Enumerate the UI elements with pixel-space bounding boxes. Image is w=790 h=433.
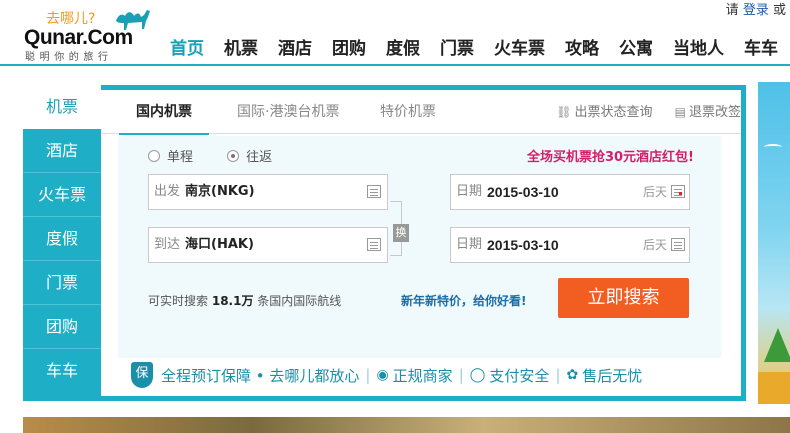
promo-text[interactable]: 全场买机票抢30元酒店红包!: [527, 146, 694, 165]
category-sidebar: 机票 酒店 火车票 度假 门票 团购 车车: [23, 85, 101, 401]
refund-change-label: 退票改签: [688, 104, 741, 120]
calendar-icon[interactable]: [671, 238, 685, 251]
separator: |: [458, 366, 464, 384]
route-prefix: 可实时搜索: [148, 294, 209, 308]
tree-graphic: [764, 328, 790, 362]
return-date-field[interactable]: 日期 2015-03-10 后天: [450, 227, 690, 263]
radio-round-trip[interactable]: 往返: [227, 146, 272, 165]
sidebar-item-group-buy[interactable]: 团购: [23, 305, 101, 349]
bird-icon: [764, 144, 782, 150]
trip-type: 单程 往返: [148, 146, 302, 166]
sidebar-item-cars[interactable]: 车车: [23, 349, 101, 393]
shield-icon: 保: [131, 362, 153, 388]
guarantee-main[interactable]: 全程预订保障 • 去哪儿都放心: [161, 365, 359, 386]
guarantee-item-merchant[interactable]: ◉ 正规商家: [376, 365, 452, 386]
guarantee-item-payment[interactable]: ◯ 支付安全: [470, 365, 550, 386]
tab-domestic[interactable]: 国内机票: [119, 90, 209, 135]
depart-date-field[interactable]: 日期 2015-03-10 后天: [450, 174, 690, 210]
nav-guides[interactable]: 攻略: [565, 36, 599, 62]
refund-change-link[interactable]: ▤ 退票改签: [675, 105, 741, 120]
nav-flights[interactable]: 机票: [224, 36, 258, 62]
login-links: 请 登录 或: [726, 0, 786, 18]
depart-city-field[interactable]: 出发 南京(NKG): [148, 174, 388, 210]
search-module: 机票 酒店 火车票 度假 门票 团购 车车 国内机票 国际·港澳台机票 特价机票…: [23, 85, 746, 401]
radio-round-trip-label: 往返: [246, 150, 273, 165]
nav-trains[interactable]: 火车票: [494, 36, 545, 62]
guarantee-bar: 保 全程预订保障 • 去哪儿都放心 | ◉ 正规商家 | ◯ 支付安全 | ✿ 售后无…: [131, 360, 642, 390]
nav-tickets[interactable]: 门票: [440, 36, 474, 62]
bottom-photo-strip: [23, 417, 790, 433]
radio-one-way[interactable]: 单程: [148, 146, 193, 165]
flight-search-panel: 国内机票 国际·港澳台机票 特价机票 ⛓ 出票状态查询 ▤ 退票改签 单程 往返…: [101, 90, 741, 396]
arrive-city-field[interactable]: 到达 海口(HAK): [148, 227, 388, 263]
sidebar-item-tickets[interactable]: 门票: [23, 261, 101, 305]
nav-home[interactable]: 首页: [170, 36, 204, 62]
date1-value: 2015-03-10: [487, 184, 559, 200]
date1-hint: 后天: [642, 185, 667, 199]
guarantee-item2-label: 支付安全: [489, 366, 550, 385]
tab-tools: ⛓ 出票状态查询 ▤ 退票改签: [538, 90, 741, 134]
depart-value: 南京(NKG): [185, 184, 255, 199]
new-price-link[interactable]: 新年新特价，给你好看!: [401, 292, 526, 309]
status-query-link[interactable]: ⛓ 出票状态查询: [556, 105, 656, 120]
route-count: 18.1万: [211, 294, 254, 308]
separator: |: [365, 366, 371, 384]
search-button[interactable]: 立即搜索: [558, 278, 689, 318]
tab-special[interactable]: 特价机票: [380, 90, 436, 134]
arrive-value: 海口(HAK): [185, 237, 254, 252]
sidebar-item-hotels[interactable]: 酒店: [23, 129, 101, 173]
logo-slogan: 去哪儿?: [46, 11, 96, 27]
certified-icon: ◉: [376, 367, 389, 383]
flight-form: 单程 往返 全场买机票抢30元酒店红包! 出发 南京(NKG) 到达 海口(HA…: [118, 136, 721, 358]
login-prefix: 请: [725, 3, 739, 18]
date2-label: 日期: [456, 237, 483, 252]
main-nav: 首页 机票 酒店 团购 度假 门票 火车票 攻略 公寓 当地人 车车: [170, 36, 778, 62]
login-link[interactable]: 登录: [743, 3, 769, 18]
guarantee-item3-label: 售后无忧: [582, 366, 643, 385]
lock-icon: ⛓: [556, 105, 572, 119]
route-suffix: 条国内国际航线: [257, 294, 342, 308]
sidebar-item-trains[interactable]: 火车票: [23, 173, 101, 217]
radio-one-way-label: 单程: [167, 150, 194, 165]
guarantee-item-aftersales[interactable]: ✿ 售后无忧: [567, 365, 643, 386]
shield-outline-icon: ◯: [469, 367, 486, 383]
nav-vacation[interactable]: 度假: [386, 36, 420, 62]
nav-group-buy[interactable]: 团购: [332, 36, 366, 62]
calendar-icon[interactable]: [671, 185, 685, 198]
nav-cars[interactable]: 车车: [744, 36, 778, 62]
nav-locals[interactable]: 当地人: [673, 36, 724, 62]
flight-tabs: 国内机票 国际·港澳台机票 特价机票 ⛓ 出票状态查询 ▤ 退票改签: [101, 90, 741, 135]
logo-tagline: 聪明你的旅行: [25, 52, 113, 63]
ground-graphic: [758, 372, 790, 404]
sidebar-item-flights[interactable]: 机票: [23, 85, 101, 129]
sidebar-item-vacation[interactable]: 度假: [23, 217, 101, 261]
date2-value: 2015-03-10: [487, 237, 559, 253]
radio-round-trip-dot: [227, 149, 240, 162]
date1-label: 日期: [456, 184, 483, 199]
city-list-icon[interactable]: [367, 238, 381, 251]
city-list-icon[interactable]: [367, 185, 381, 198]
route-info: 可实时搜索 18.1万 条国内国际航线: [148, 292, 341, 309]
header-divider: [0, 64, 790, 66]
top-header: 去哪儿? Qunar.Com 聪明你的旅行 请 登录 或 首页 机票 酒店 团购…: [0, 0, 790, 66]
separator: |: [555, 366, 561, 384]
guarantee-item1-label: 正规商家: [392, 366, 453, 385]
nav-hotels[interactable]: 酒店: [278, 36, 312, 62]
logo-brand: Qunar.Com: [24, 26, 133, 49]
tab-international[interactable]: 国际·港澳台机票: [237, 90, 339, 134]
status-query-label: 出票状态查询: [574, 104, 653, 120]
depart-label: 出发: [154, 184, 181, 199]
qunar-logo[interactable]: 去哪儿? Qunar.Com 聪明你的旅行: [24, 4, 159, 63]
radio-one-way-dot: [148, 149, 160, 162]
service-icon: ✿: [566, 367, 579, 383]
nav-apartments[interactable]: 公寓: [619, 36, 653, 62]
document-icon: ▤: [674, 105, 686, 119]
login-suffix: 或: [772, 3, 786, 18]
arrive-label: 到达: [154, 237, 181, 252]
promo-banner[interactable]: [758, 82, 790, 404]
swap-cities-button[interactable]: 换: [393, 224, 409, 242]
date2-hint: 后天: [642, 238, 667, 252]
